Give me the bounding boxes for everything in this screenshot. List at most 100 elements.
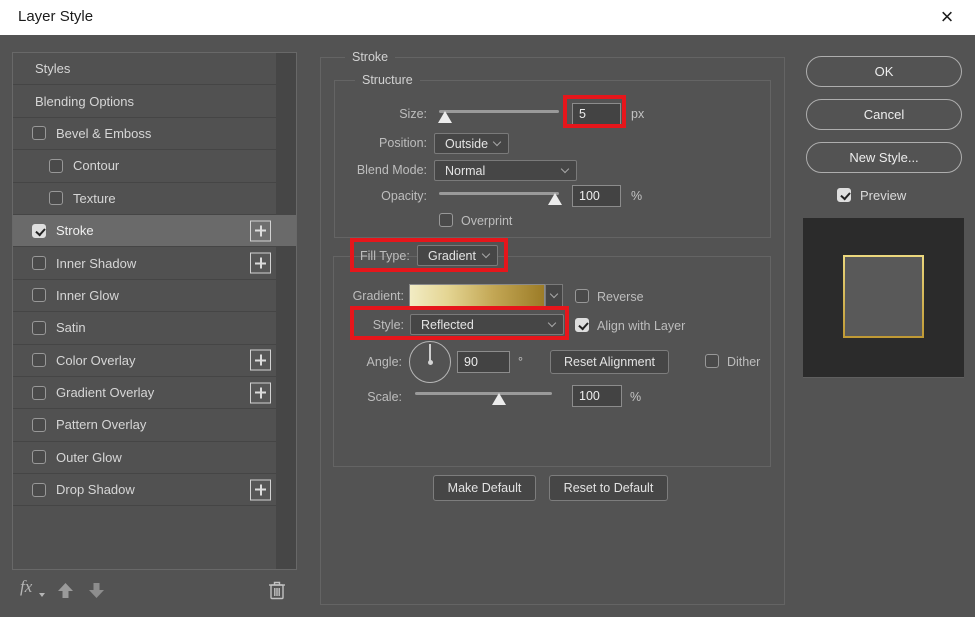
effects-list: Styles Blending Options Bevel & Emboss C… bbox=[12, 52, 297, 570]
close-icon[interactable]: × bbox=[927, 0, 967, 34]
title-bar: Layer Style × bbox=[0, 0, 975, 35]
sidebar-item-contour[interactable]: Contour bbox=[13, 150, 276, 183]
checkbox-icon[interactable] bbox=[32, 126, 46, 141]
ok-button[interactable]: OK bbox=[806, 56, 962, 87]
stroke-panel: Stroke Structure Size: px Position: Outs… bbox=[320, 48, 785, 605]
add-gradient-overlay-instance-button[interactable] bbox=[250, 382, 271, 404]
sidebar-item-bevel-emboss[interactable]: Bevel & Emboss bbox=[13, 118, 276, 151]
scale-slider-thumb[interactable] bbox=[491, 393, 506, 405]
position-label: Position: bbox=[379, 136, 427, 150]
sidebar-item-inner-glow[interactable]: Inner Glow bbox=[13, 280, 276, 313]
angle-label: Angle: bbox=[366, 355, 402, 369]
sidebar-item-blending-options[interactable]: Blending Options bbox=[13, 85, 276, 118]
opacity-input[interactable] bbox=[572, 185, 621, 207]
chevron-down-icon bbox=[547, 318, 557, 327]
chevron-down-icon bbox=[560, 164, 570, 173]
dither-label: Dither bbox=[727, 355, 761, 369]
size-slider-track[interactable] bbox=[439, 110, 559, 113]
gradient-picker-dropdown[interactable] bbox=[545, 284, 563, 308]
structure-group-title: Structure bbox=[355, 71, 420, 90]
angle-input[interactable] bbox=[457, 351, 510, 373]
checkbox-icon[interactable] bbox=[32, 223, 46, 238]
angle-dial[interactable] bbox=[409, 341, 451, 383]
structure-group: Structure Size: px Position: Outside Ble… bbox=[334, 71, 771, 238]
size-slider-thumb[interactable] bbox=[438, 111, 452, 123]
new-style-button[interactable]: New Style... bbox=[806, 142, 962, 173]
sidebar-item-color-overlay[interactable]: Color Overlay bbox=[13, 345, 276, 377]
add-drop-shadow-instance-button[interactable] bbox=[250, 479, 271, 501]
style-label: Style: bbox=[372, 318, 404, 332]
fill-group: Gradient: Reverse Style: Reflected Align… bbox=[333, 256, 771, 467]
sidebar-item-pattern-overlay[interactable]: Pattern Overlay bbox=[13, 409, 276, 442]
blend-mode-label: Blend Mode: bbox=[356, 163, 427, 177]
opacity-label: Opacity: bbox=[381, 189, 427, 203]
reset-alignment-button[interactable]: Reset Alignment bbox=[550, 350, 669, 374]
reverse-checkbox[interactable] bbox=[575, 289, 589, 303]
blend-mode-dropdown[interactable]: Normal bbox=[434, 160, 577, 181]
chevron-down-icon bbox=[481, 249, 491, 258]
chevron-down-icon bbox=[492, 137, 502, 146]
preview-checkbox[interactable] bbox=[837, 188, 851, 202]
checkbox-icon[interactable] bbox=[49, 191, 63, 206]
scale-unit: % bbox=[630, 390, 642, 404]
fill-type-dropdown[interactable]: Gradient bbox=[417, 245, 498, 266]
sidebar-item-texture[interactable]: Texture bbox=[13, 183, 276, 215]
delete-effect-trash-icon[interactable] bbox=[268, 580, 286, 600]
move-effect-down-button[interactable] bbox=[88, 582, 105, 599]
move-effect-up-button[interactable] bbox=[57, 582, 74, 599]
sidebar-item-satin[interactable]: Satin bbox=[13, 312, 276, 345]
dialog-title: Layer Style bbox=[18, 8, 94, 25]
align-with-layer-checkbox[interactable] bbox=[575, 318, 589, 332]
sidebar-item-styles[interactable]: Styles bbox=[13, 53, 276, 86]
size-slider[interactable] bbox=[438, 106, 559, 124]
angle-dial-center-dot bbox=[427, 359, 433, 365]
add-color-overlay-instance-button[interactable] bbox=[250, 349, 271, 371]
sidebar-item-drop-shadow[interactable]: Drop Shadow bbox=[13, 474, 276, 507]
checkbox-icon[interactable] bbox=[49, 158, 63, 173]
preview-label: Preview bbox=[860, 188, 907, 203]
style-dropdown[interactable]: Reflected bbox=[410, 314, 564, 335]
effects-list-scrollbar[interactable] bbox=[276, 53, 296, 569]
align-with-layer-label: Align with Layer bbox=[597, 319, 686, 333]
scale-slider[interactable] bbox=[415, 388, 552, 406]
opacity-slider-track[interactable] bbox=[439, 192, 559, 195]
opacity-slider-thumb[interactable] bbox=[548, 193, 563, 205]
make-default-button[interactable]: Make Default bbox=[433, 475, 536, 501]
gradient-label: Gradient: bbox=[352, 289, 404, 303]
sidebar-item-stroke[interactable]: Stroke bbox=[13, 214, 296, 248]
gradient-swatch[interactable] bbox=[409, 284, 545, 308]
position-dropdown[interactable]: Outside bbox=[434, 133, 509, 154]
sidebar-item-inner-shadow[interactable]: Inner Shadow bbox=[13, 247, 276, 280]
checkbox-icon[interactable] bbox=[32, 320, 46, 335]
dither-checkbox[interactable] bbox=[705, 354, 719, 368]
reset-to-default-button[interactable]: Reset to Default bbox=[549, 475, 668, 501]
fill-type-label: Fill Type: bbox=[360, 249, 410, 263]
checkbox-icon[interactable] bbox=[32, 482, 46, 497]
scale-input[interactable] bbox=[572, 385, 622, 407]
size-label: Size: bbox=[399, 107, 427, 121]
preview-stroked-square bbox=[843, 255, 924, 338]
checkbox-icon[interactable] bbox=[32, 288, 46, 303]
reverse-label: Reverse bbox=[597, 290, 644, 304]
checkbox-icon[interactable] bbox=[32, 450, 46, 465]
size-input[interactable] bbox=[572, 103, 621, 125]
opacity-unit: % bbox=[631, 189, 643, 203]
sidebar-item-gradient-overlay[interactable]: Gradient Overlay bbox=[13, 377, 276, 410]
size-unit: px bbox=[631, 107, 645, 121]
angle-dial-needle bbox=[429, 344, 431, 361]
scale-slider-track[interactable] bbox=[415, 392, 552, 395]
fx-menu-button[interactable]: fx bbox=[20, 577, 45, 597]
checkbox-icon[interactable] bbox=[32, 385, 46, 400]
cancel-button[interactable]: Cancel bbox=[806, 99, 962, 130]
checkbox-icon[interactable] bbox=[32, 417, 46, 432]
style-preview-thumbnail bbox=[803, 218, 964, 378]
add-stroke-instance-button[interactable] bbox=[250, 220, 271, 242]
overprint-checkbox[interactable] bbox=[439, 213, 453, 227]
checkbox-icon[interactable] bbox=[32, 353, 46, 368]
sidebar-item-outer-glow[interactable]: Outer Glow bbox=[13, 442, 276, 475]
layer-style-dialog: Layer Style × Styles Blending Options Be… bbox=[0, 0, 975, 617]
angle-unit: ° bbox=[518, 355, 523, 369]
add-inner-shadow-instance-button[interactable] bbox=[250, 252, 271, 274]
opacity-slider[interactable] bbox=[439, 188, 563, 206]
checkbox-icon[interactable] bbox=[32, 256, 46, 271]
